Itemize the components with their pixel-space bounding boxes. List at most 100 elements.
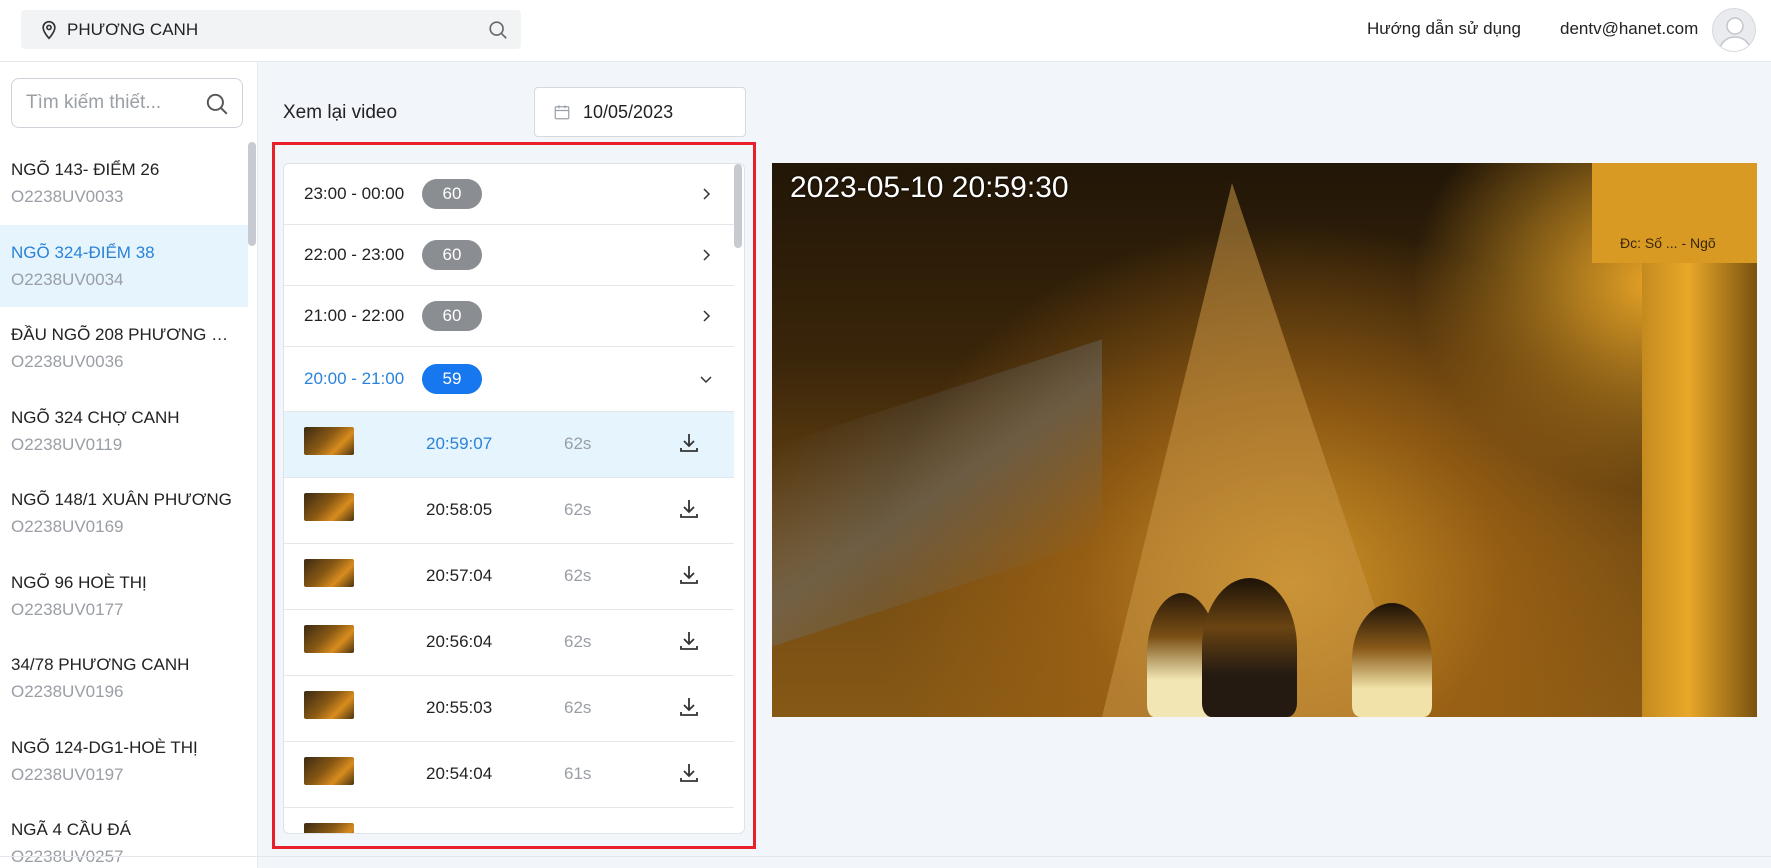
device-code: O2238UV0036 bbox=[11, 352, 124, 371]
device-search[interactable] bbox=[11, 78, 243, 128]
device-item[interactable]: NGÕ 324 CHỢ CANH O2238UV0119 bbox=[0, 390, 248, 473]
video-sign-text: Đc: Số ... - Ngõ bbox=[1620, 235, 1716, 251]
device-item[interactable]: NGÕ 124-DG1-HOÈ THỊ O2238UV0197 bbox=[0, 720, 248, 803]
clip-duration: 62s bbox=[564, 632, 592, 651]
hour-range: 21:00 - 22:00 bbox=[304, 306, 405, 325]
device-item[interactable]: NGÕ 324-ĐIỂM 38 O2238UV0034 bbox=[0, 224, 248, 307]
device-code: O2238UV0033 bbox=[11, 187, 124, 206]
download-icon[interactable] bbox=[677, 497, 701, 521]
clip-count-badge: 60 bbox=[422, 179, 482, 209]
device-list: NGÕ 143- ĐIỂM 26 O2238UV0033 NGÕ 324-ĐIỂM… bbox=[0, 142, 248, 868]
clip-thumbnail[interactable] bbox=[304, 493, 354, 521]
clip-time: 20:58:05 bbox=[426, 500, 493, 519]
clip-thumbnail[interactable] bbox=[304, 757, 354, 785]
clip-thumbnail[interactable] bbox=[304, 625, 354, 653]
hour-range: 20:00 - 21:00 bbox=[304, 369, 405, 388]
user-avatar-icon bbox=[1718, 17, 1752, 51]
video-player[interactable]: Đc: Số ... - Ngõ 2023-05-10 20:59:30 bbox=[772, 163, 1757, 717]
clip-thumbnail[interactable] bbox=[304, 823, 354, 833]
download-icon[interactable] bbox=[677, 695, 701, 719]
video-person bbox=[1202, 578, 1297, 717]
date-picker[interactable]: 10/05/2023 bbox=[534, 87, 746, 137]
clip-thumbnail[interactable] bbox=[304, 559, 354, 587]
clip-row[interactable]: 20:57:04 62s bbox=[284, 544, 734, 610]
download-icon[interactable] bbox=[677, 761, 701, 785]
bottom-divider bbox=[0, 856, 1771, 857]
location-name: PHƯƠNG CANH bbox=[67, 19, 199, 39]
download-icon[interactable] bbox=[677, 629, 701, 653]
device-name: NGÕ 96 HOÈ THỊ bbox=[11, 572, 147, 592]
device-item[interactable]: ĐẦU NGÕ 208 PHƯƠNG C... O2238UV0036 bbox=[0, 307, 248, 390]
device-name: NGÕ 324 CHỢ CANH bbox=[11, 407, 180, 427]
device-code: O2238UV0177 bbox=[11, 599, 124, 619]
device-name: NGÕ 143- ĐIỂM 26 bbox=[11, 160, 160, 179]
top-bar: PHƯƠNG CANH Hướng dẫn sử dụng dentv@hane… bbox=[0, 0, 1771, 62]
hour-range: 22:00 - 23:00 bbox=[304, 245, 405, 264]
clip-thumbnail[interactable] bbox=[304, 427, 354, 455]
clip-row[interactable]: 20:56:04 62s bbox=[284, 610, 734, 676]
clip-duration: 62s bbox=[564, 434, 592, 453]
clip-time: 20:57:04 bbox=[426, 566, 493, 585]
device-sidebar: NGÕ 143- ĐIỂM 26 O2238UV0033 NGÕ 324-ĐIỂM… bbox=[0, 62, 258, 868]
clip-row[interactable]: 20:54:04 61s bbox=[284, 742, 734, 808]
device-item[interactable]: NGÕ 143- ĐIỂM 26 O2238UV0033 bbox=[0, 142, 248, 225]
device-code: O2238UV0197 bbox=[11, 764, 124, 784]
user-guide-link[interactable]: Hướng dẫn sử dụng bbox=[1367, 19, 1521, 39]
clip-row[interactable]: 20:59:07 62s bbox=[284, 412, 734, 478]
clip-time: 20:59:07 bbox=[426, 434, 493, 453]
hour-group-expanded[interactable]: 20:00 - 21:00 59 bbox=[284, 347, 734, 412]
chevron-down-icon[interactable] bbox=[698, 371, 714, 387]
clip-count-badge: 59 bbox=[422, 364, 482, 394]
download-icon[interactable] bbox=[677, 431, 701, 455]
device-item[interactable]: NGÕ 96 HOÈ THỊ O2238UV0177 bbox=[0, 555, 248, 638]
location-pin-icon bbox=[42, 20, 56, 40]
device-name: 34/78 PHƯƠNG CANH bbox=[11, 655, 190, 674]
device-item[interactable]: NGÃ 4 CẦU ĐÁ O2238UV0257 bbox=[0, 802, 248, 868]
hour-range: 23:00 - 00:00 bbox=[304, 184, 405, 203]
hour-group[interactable]: 21:00 - 22:00 60 bbox=[284, 286, 734, 347]
clip-row[interactable]: 20:55:03 62s bbox=[284, 676, 734, 742]
main-content: Xem lại video 10/05/2023 23:00 - 00:00 6… bbox=[258, 62, 1771, 868]
chevron-right-icon[interactable] bbox=[698, 247, 714, 263]
device-code: O2238UV0257 bbox=[11, 847, 124, 866]
user-email[interactable]: dentv@hanet.com bbox=[1560, 19, 1698, 39]
device-item[interactable]: 34/78 PHƯƠNG CANH O2238UV0196 bbox=[0, 637, 248, 720]
clip-time: 20:54:04 bbox=[426, 764, 493, 783]
hour-group[interactable]: 22:00 - 23:00 60 bbox=[284, 225, 734, 286]
clip-row[interactable]: 20:58:05 62s bbox=[284, 478, 734, 544]
device-item[interactable]: NGÕ 148/1 XUÂN PHƯƠNG O2238UV0169 bbox=[0, 472, 248, 555]
clip-duration: 62s bbox=[564, 698, 592, 717]
hour-group[interactable]: 23:00 - 00:00 60 bbox=[284, 164, 734, 225]
clip-thumbnail[interactable] bbox=[304, 691, 354, 719]
search-icon[interactable] bbox=[487, 19, 509, 41]
chevron-right-icon[interactable] bbox=[698, 308, 714, 324]
clip-time: 20:55:03 bbox=[426, 698, 493, 717]
device-name: NGÕ 124-DG1-HOÈ THỊ bbox=[11, 737, 198, 757]
search-icon[interactable] bbox=[204, 91, 230, 117]
location-selector[interactable]: PHƯƠNG CANH bbox=[21, 10, 521, 49]
device-name: NGÕ 148/1 XUÂN PHƯƠNG bbox=[11, 490, 232, 509]
selected-date: 10/05/2023 bbox=[583, 101, 674, 122]
clip-row-partial[interactable] bbox=[284, 808, 734, 833]
calendar-icon bbox=[554, 105, 570, 120]
device-search-input[interactable] bbox=[26, 92, 196, 114]
sidebar-scrollbar[interactable] bbox=[248, 142, 256, 246]
device-name: ĐẦU NGÕ 208 PHƯƠNG C... bbox=[11, 325, 236, 344]
chevron-right-icon[interactable] bbox=[698, 186, 714, 202]
video-wall bbox=[1642, 223, 1757, 717]
clip-duration: 61s bbox=[564, 764, 592, 783]
device-code: O2238UV0034 bbox=[11, 269, 124, 289]
download-icon[interactable] bbox=[677, 563, 701, 587]
device-name: NGÃ 4 CẦU ĐÁ bbox=[11, 820, 131, 839]
clip-duration: 62s bbox=[564, 500, 592, 519]
clip-count-badge: 60 bbox=[422, 240, 482, 270]
page-title: Xem lại video bbox=[283, 102, 398, 123]
clip-count-badge: 60 bbox=[422, 301, 482, 331]
device-code: O2238UV0196 bbox=[11, 682, 124, 701]
device-name: NGÕ 324-ĐIỂM 38 bbox=[11, 242, 155, 262]
avatar[interactable] bbox=[1712, 8, 1756, 52]
device-code: O2238UV0119 bbox=[11, 434, 123, 454]
video-person bbox=[1352, 603, 1432, 717]
clip-duration: 62s bbox=[564, 566, 592, 585]
list-scrollbar[interactable] bbox=[734, 164, 742, 248]
